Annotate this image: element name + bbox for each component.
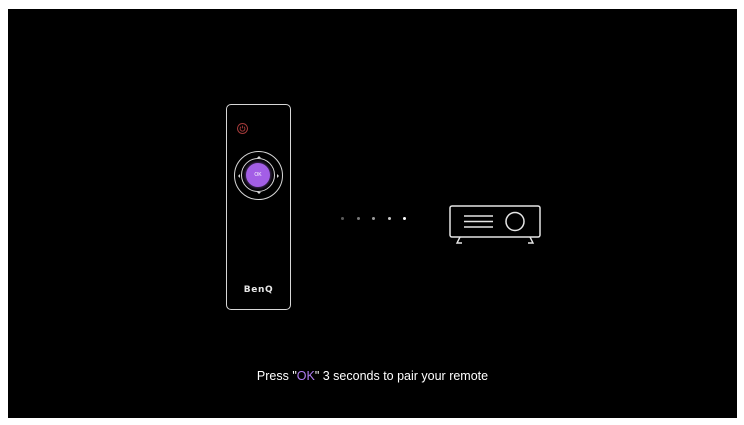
- projector-icon: [442, 205, 544, 250]
- arrow-left-icon: [237, 173, 240, 178]
- dpad-inner-ring: OK: [241, 158, 275, 192]
- pairing-screen: OK BenQ Press "OK" 3 seconds to pair you…: [8, 9, 737, 418]
- brand-logo: BenQ: [243, 285, 274, 295]
- instruction-ok-key: OK: [296, 369, 315, 383]
- pairing-dot: [403, 217, 406, 220]
- dpad: OK: [234, 151, 283, 200]
- pairing-dot: [356, 217, 360, 220]
- instruction-suffix: " 3 seconds to pair your remote: [314, 369, 489, 383]
- arrow-down-icon: [256, 192, 261, 194]
- pairing-dot: [387, 217, 391, 220]
- arrow-right-icon: [277, 173, 279, 178]
- pairing-dot: [341, 217, 344, 220]
- remote-control-illustration: OK BenQ: [226, 104, 291, 310]
- pairing-instruction: Press "OK" 3 seconds to pair your remote: [8, 369, 737, 383]
- pairing-dot: [372, 217, 375, 220]
- ok-button: OK: [246, 163, 270, 187]
- instruction-prefix: Press ": [256, 369, 297, 383]
- power-icon: [237, 123, 248, 134]
